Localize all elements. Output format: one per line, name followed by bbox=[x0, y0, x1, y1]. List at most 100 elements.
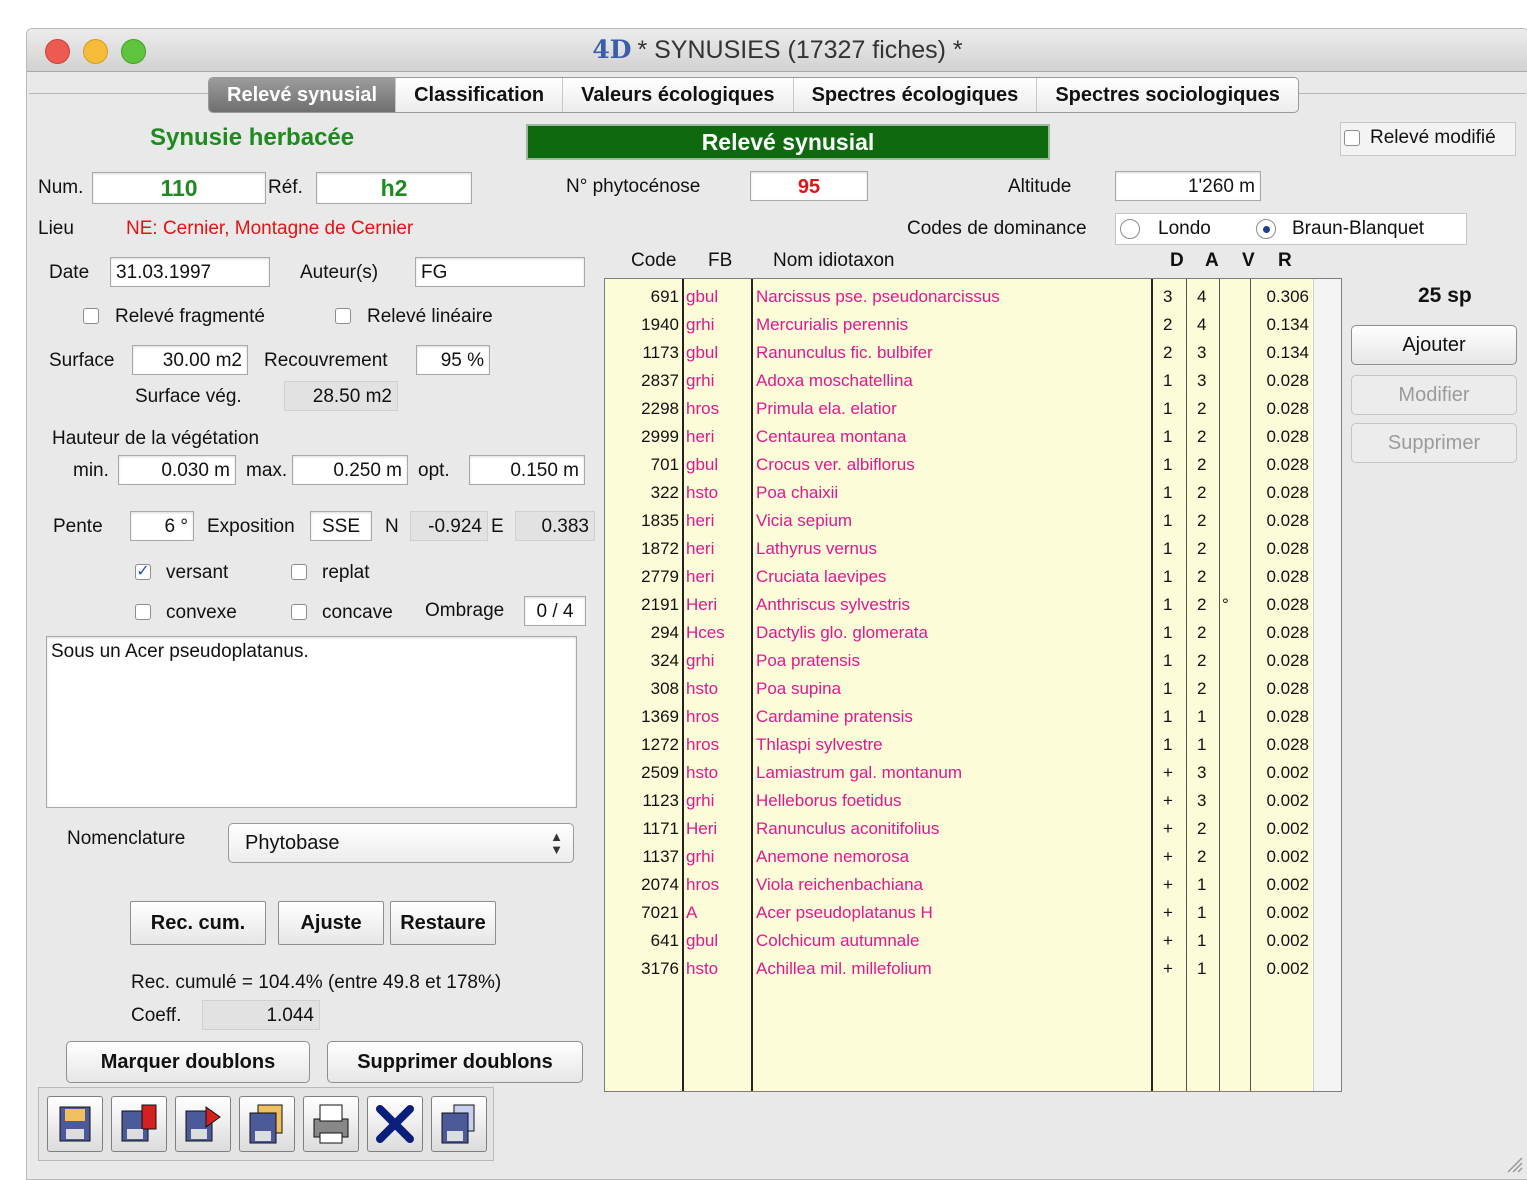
releve-fragmente-checkbox[interactable] bbox=[83, 308, 99, 324]
supprimer-doublons-button[interactable]: Supprimer doublons bbox=[327, 1041, 583, 1083]
save-icon[interactable] bbox=[47, 1096, 103, 1152]
cell-d: 1 bbox=[1163, 511, 1173, 530]
notes-textarea[interactable]: Sous un Acer pseudoplatanus. bbox=[46, 636, 577, 808]
n-label: N bbox=[385, 516, 399, 537]
surface-field[interactable]: 30.00 m2 bbox=[132, 345, 248, 375]
table-row[interactable]: 322 hsto Poa chaixii 1 2 0.028 bbox=[605, 479, 1313, 507]
tab-spectres-sociologiques[interactable]: Spectres sociologiques bbox=[1037, 78, 1298, 112]
restaure-button[interactable]: Restaure bbox=[390, 901, 496, 945]
supprimer-button[interactable]: Supprimer bbox=[1351, 423, 1517, 463]
table-row[interactable]: 641 gbul Colchicum autumnale +1 0.002 bbox=[605, 927, 1313, 955]
title-bar: 4D * SYNUSIES (17327 fiches) * bbox=[27, 29, 1527, 72]
cell-d: 1 bbox=[1163, 623, 1173, 642]
table-row[interactable]: 1369 hros Cardamine pratensis 1 1 0.028 bbox=[605, 703, 1313, 731]
table-row[interactable]: 1123 grhi Helleborus foetidus +3 0.002 bbox=[605, 787, 1313, 815]
concave-checkbox[interactable] bbox=[291, 604, 307, 620]
export-red-icon[interactable] bbox=[175, 1096, 231, 1152]
coeff-label: Coeff. bbox=[131, 1005, 182, 1026]
cell-code: 1123 bbox=[642, 791, 679, 810]
cell-code: 308 bbox=[650, 679, 679, 698]
table-row[interactable]: 1835 heri Vicia sepium 1 2 0.028 bbox=[605, 507, 1313, 535]
table-row[interactable]: 1171 Heri Ranunculus aconitifolius +2 0.002 bbox=[605, 815, 1313, 843]
table-row[interactable]: 2074 hros Viola reichenbachiana +1 0.002 bbox=[605, 871, 1313, 899]
releve-modifie-checkbox[interactable] bbox=[1344, 130, 1360, 146]
table-row[interactable]: 2837 grhi Adoxa moschatellina 1 3 0.028 bbox=[605, 367, 1313, 395]
pente-field[interactable]: 6 ° bbox=[130, 511, 194, 541]
braun-blanquet-radio[interactable] bbox=[1256, 219, 1276, 239]
table-row[interactable]: 691 gbul Narcissus pse. pseudonarcissus 3 4 0… bbox=[605, 283, 1313, 311]
nomenclature-select[interactable]: Phytobase ▲ ▼ bbox=[228, 823, 574, 863]
hauteur-min-field[interactable]: 0.030 m bbox=[118, 455, 236, 485]
table-row[interactable]: 2999 heri Centaurea montana 1 2 0.028 bbox=[605, 423, 1313, 451]
table-row[interactable]: 7021 A Acer pseudoplatanus H +1 0.002 bbox=[605, 899, 1313, 927]
exposition-field[interactable]: SSE bbox=[310, 511, 372, 541]
table-row[interactable]: 3176 hsto Achillea mil. millefolium +1 0.002 bbox=[605, 955, 1313, 983]
table-row[interactable]: 324 grhi Poa pratensis 1 2 0.028 bbox=[605, 647, 1313, 675]
phytocenose-field[interactable]: 95 bbox=[750, 171, 868, 201]
date-field[interactable]: 31.03.1997 bbox=[110, 257, 270, 287]
date-label: Date bbox=[49, 262, 90, 283]
altitude-label: Altitude bbox=[1008, 176, 1072, 197]
cell-nom: Helleborus foetidus bbox=[756, 791, 902, 810]
table-row[interactable]: 701 gbul Crocus ver. albiflorus 1 2 0.028 bbox=[605, 451, 1313, 479]
table-row[interactable]: 308 hsto Poa supina 1 2 0.028 bbox=[605, 675, 1313, 703]
ajuste-button[interactable]: Ajuste bbox=[278, 901, 384, 945]
table-row[interactable]: 2191 Heri Anthriscus sylvestris 1 2 ° 0.028 bbox=[605, 591, 1313, 619]
delete-icon[interactable] bbox=[367, 1096, 423, 1152]
col-header-fb: FB bbox=[708, 250, 733, 271]
modifier-button[interactable]: Modifier bbox=[1351, 375, 1517, 415]
copy-icon[interactable] bbox=[239, 1096, 295, 1152]
table-scrollbar[interactable] bbox=[1313, 279, 1341, 1091]
altitude-field[interactable]: 1'260 m bbox=[1115, 171, 1261, 201]
cell-d: 1 bbox=[1163, 567, 1173, 586]
cell-d: 1 bbox=[1163, 455, 1173, 474]
cell-fb: hros bbox=[686, 875, 720, 894]
col-header-a: A bbox=[1205, 250, 1219, 271]
cell-fb: gbul bbox=[686, 455, 719, 474]
cell-nom: Centaurea montana bbox=[756, 427, 907, 446]
marquer-doublons-button[interactable]: Marquer doublons bbox=[66, 1041, 310, 1083]
species-table[interactable]: 691 gbul Narcissus pse. pseudonarcissus 3 4 0… bbox=[604, 278, 1342, 1092]
min-label: min. bbox=[73, 460, 109, 481]
hauteur-opt-field[interactable]: 0.150 m bbox=[469, 455, 585, 485]
hauteur-max-field[interactable]: 0.250 m bbox=[292, 455, 408, 485]
ombrage-field[interactable]: 0 / 4 bbox=[524, 596, 586, 626]
releve-lineaire-label: Relevé linéaire bbox=[367, 306, 493, 327]
print-icon[interactable] bbox=[303, 1096, 359, 1152]
replat-checkbox[interactable] bbox=[291, 564, 307, 580]
resize-grip-icon[interactable] bbox=[1502, 1152, 1524, 1174]
ref-field[interactable]: h2 bbox=[316, 172, 472, 204]
table-row[interactable]: 1940 grhi Mercurialis perennis 2 4 0.134 bbox=[605, 311, 1313, 339]
cell-r: 0.028 bbox=[1266, 399, 1309, 418]
cell-nom: Adoxa moschatellina bbox=[756, 371, 913, 390]
convexe-checkbox[interactable] bbox=[135, 604, 151, 620]
table-row[interactable]: 2779 heri Cruciata laevipes 1 2 0.028 bbox=[605, 563, 1313, 591]
tab-releve-synusial[interactable]: Relevé synusial bbox=[209, 78, 397, 112]
table-row[interactable]: 1272 hros Thlaspi sylvestre 1 1 0.028 bbox=[605, 731, 1313, 759]
tab-classification[interactable]: Classification bbox=[396, 78, 564, 112]
recouvrement-field[interactable]: 95 % bbox=[416, 345, 490, 375]
releve-lineaire-checkbox[interactable] bbox=[335, 308, 351, 324]
table-row[interactable]: 2509 hsto Lamiastrum gal. montanum +3 0.002 bbox=[605, 759, 1313, 787]
cell-d: + bbox=[1163, 847, 1173, 866]
duplicate-icon[interactable] bbox=[431, 1096, 487, 1152]
cell-code: 2779 bbox=[641, 567, 679, 586]
tab-valeurs-ecologiques[interactable]: Valeurs écologiques bbox=[563, 78, 794, 112]
table-row[interactable]: 1872 heri Lathyrus vernus 1 2 0.028 bbox=[605, 535, 1313, 563]
table-row[interactable]: 1137 grhi Anemone nemorosa +2 0.002 bbox=[605, 843, 1313, 871]
cell-fb: heri bbox=[686, 427, 715, 446]
cell-r: 0.028 bbox=[1266, 371, 1309, 390]
table-row[interactable]: 2298 hros Primula ela. elatior 1 2 0.028 bbox=[605, 395, 1313, 423]
save-red-icon[interactable] bbox=[111, 1096, 167, 1152]
londo-radio[interactable] bbox=[1120, 219, 1140, 239]
num-field[interactable]: 110 bbox=[92, 172, 266, 204]
cell-r: 0.002 bbox=[1266, 875, 1309, 894]
versant-checkbox[interactable]: ✓ bbox=[135, 564, 151, 580]
table-row[interactable]: 294 Hces Dactylis glo. glomerata 1 2 0.028 bbox=[605, 619, 1313, 647]
table-row[interactable]: 1173 gbul Ranunculus fic. bulbifer 2 3 0.134 bbox=[605, 339, 1313, 367]
ajouter-button[interactable]: Ajouter bbox=[1351, 325, 1517, 365]
ombrage-label: Ombrage bbox=[425, 600, 505, 621]
rec-cum-button[interactable]: Rec. cum. bbox=[130, 901, 266, 945]
tab-spectres-ecologiques[interactable]: Spectres écologiques bbox=[794, 78, 1038, 112]
auteur-field[interactable]: FG bbox=[415, 257, 585, 287]
